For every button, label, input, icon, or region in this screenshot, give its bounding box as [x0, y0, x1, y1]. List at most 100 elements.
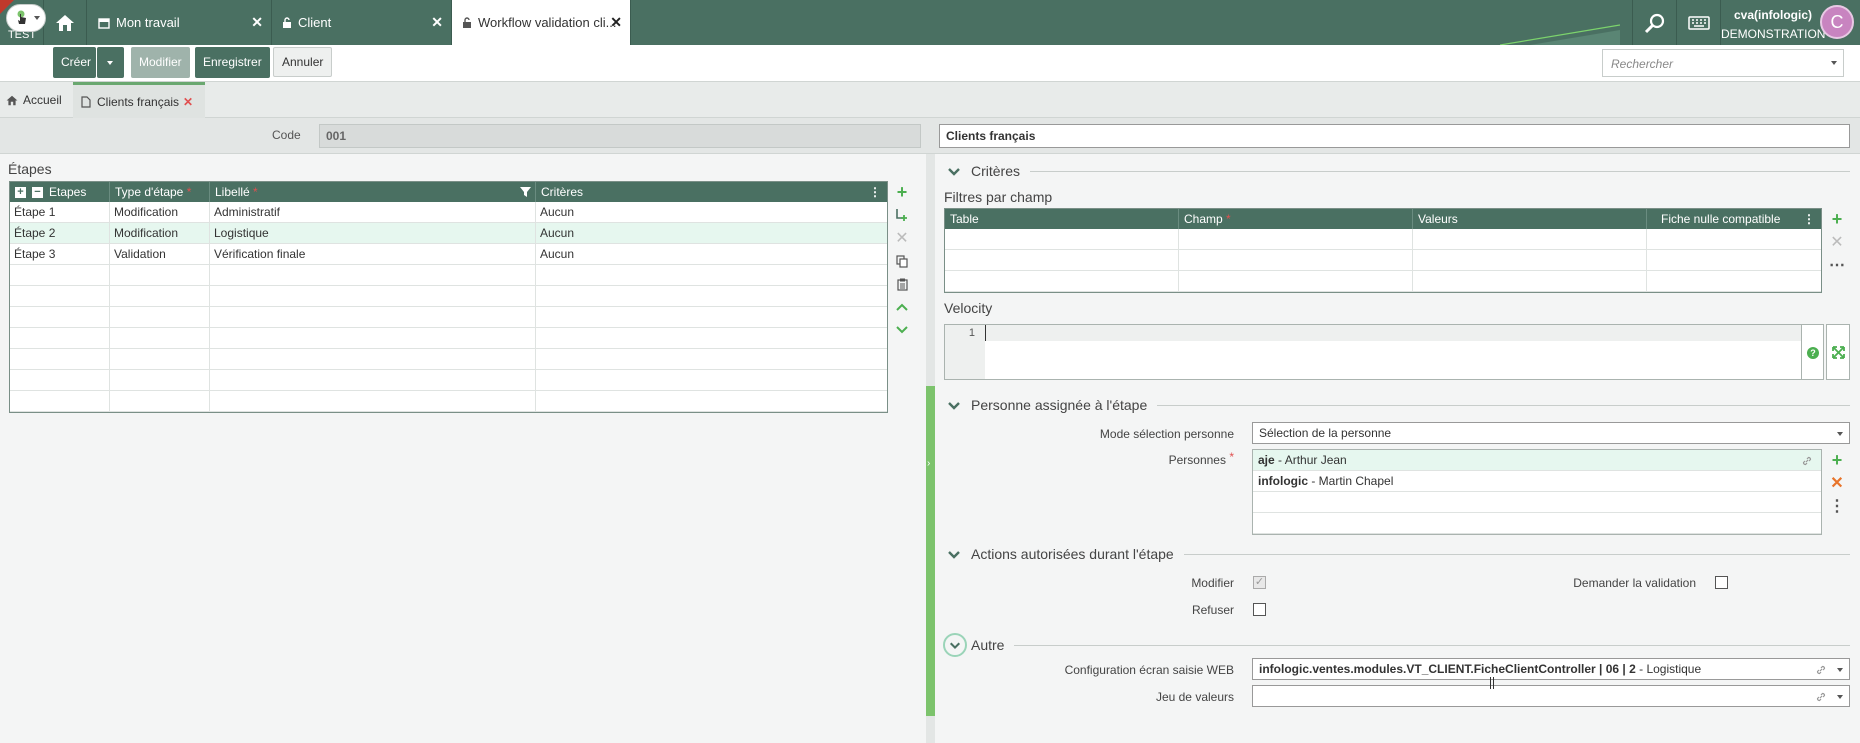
- list-item[interactable]: [1253, 513, 1821, 534]
- table-cell[interactable]: [1413, 271, 1647, 292]
- modify-button[interactable]: Modifier: [131, 47, 190, 78]
- table-cell[interactable]: [210, 391, 536, 412]
- create-button[interactable]: Créer: [53, 47, 96, 78]
- column-header-valeurs[interactable]: Valeurs: [1413, 209, 1647, 229]
- expand-all-icon[interactable]: +: [15, 187, 26, 199]
- table-row[interactable]: [10, 370, 887, 391]
- table-cell[interactable]: [945, 250, 1179, 271]
- table-cell[interactable]: Modification: [110, 202, 210, 223]
- move-down-button[interactable]: [891, 319, 913, 341]
- section-header-criteres[interactable]: Critères: [947, 162, 1850, 180]
- remove-person-button[interactable]: ✕: [1826, 472, 1848, 494]
- editor-current-line[interactable]: [985, 325, 1801, 341]
- close-icon[interactable]: ✕: [251, 14, 263, 31]
- table-cell[interactable]: [1413, 250, 1647, 271]
- table-cell[interactable]: Étape 3: [10, 244, 110, 265]
- delete-filter-button[interactable]: ✕: [1826, 231, 1848, 253]
- table-cell[interactable]: [536, 307, 887, 328]
- link-icon[interactable]: [1801, 455, 1813, 467]
- table-cell[interactable]: [210, 307, 536, 328]
- table-cell[interactable]: [536, 391, 887, 412]
- refuse-checkbox[interactable]: [1253, 603, 1266, 616]
- velocity-help-button[interactable]: ?: [1802, 324, 1824, 380]
- table-cell[interactable]: [536, 370, 887, 391]
- table-cell[interactable]: [10, 391, 110, 412]
- more-filter-button[interactable]: ⋯: [1826, 254, 1848, 276]
- table-row[interactable]: [10, 349, 887, 370]
- section-header-actions[interactable]: Actions autorisées durant l'étape: [947, 545, 1850, 563]
- move-up-button[interactable]: [891, 296, 913, 318]
- collapse-all-icon[interactable]: −: [32, 187, 43, 199]
- list-item[interactable]: aje - Arthur Jean: [1253, 450, 1821, 471]
- tab-client[interactable]: Client ✕: [272, 0, 452, 45]
- section-header-personne[interactable]: Personne assignée à l'étape: [947, 396, 1850, 414]
- table-cell[interactable]: [210, 328, 536, 349]
- table-cell[interactable]: [110, 265, 210, 286]
- close-icon[interactable]: ✕: [183, 95, 193, 109]
- table-cell[interactable]: [10, 265, 110, 286]
- gesture-menu-button[interactable]: [6, 4, 46, 32]
- title-field[interactable]: Clients français: [939, 124, 1850, 148]
- column-header-fiche-nulle[interactable]: Fiche nulle compatible ⋮: [1647, 209, 1821, 229]
- table-row[interactable]: Étape 3 Validation Vérification finale Aucu…: [10, 244, 887, 265]
- table-cell[interactable]: Administratif: [210, 202, 536, 223]
- add-filter-button[interactable]: +: [1826, 208, 1848, 230]
- table-cell[interactable]: Logistique: [210, 223, 536, 244]
- velocity-editor[interactable]: 1: [944, 324, 1802, 380]
- more-person-button[interactable]: ⋮: [1826, 495, 1848, 517]
- table-cell[interactable]: [10, 349, 110, 370]
- tab-workflow[interactable]: Workflow validation cli... ✕: [452, 0, 631, 45]
- delete-row-button[interactable]: ✕: [891, 227, 913, 249]
- table-cell[interactable]: [210, 286, 536, 307]
- jeu-select[interactable]: [1252, 685, 1850, 707]
- search-input[interactable]: Rechercher: [1602, 49, 1844, 77]
- user-menu[interactable]: cva(infologic) DEMONSTRATION C: [1720, 0, 1860, 45]
- table-cell[interactable]: [10, 370, 110, 391]
- save-button[interactable]: Enregistrer: [195, 47, 270, 78]
- column-header-libelle[interactable]: Libellé *: [210, 182, 536, 202]
- column-header-type[interactable]: Type d'étape *: [110, 182, 210, 202]
- list-item[interactable]: [1253, 492, 1821, 513]
- table-row[interactable]: [945, 250, 1821, 271]
- table-cell[interactable]: [536, 265, 887, 286]
- tab-mon-travail[interactable]: Mon travail ✕: [88, 0, 272, 45]
- column-header-table[interactable]: Table: [945, 209, 1179, 229]
- table-cell[interactable]: [10, 307, 110, 328]
- add-row-button[interactable]: +: [891, 181, 913, 203]
- table-row[interactable]: Étape 1 Modification Administratif Aucun: [10, 202, 887, 223]
- table-cell[interactable]: [536, 349, 887, 370]
- table-cell[interactable]: [110, 370, 210, 391]
- link-icon[interactable]: [1815, 691, 1827, 703]
- paste-button[interactable]: [891, 273, 913, 295]
- add-person-button[interactable]: +: [1826, 449, 1848, 471]
- splitter-handle[interactable]: ›: [926, 386, 935, 716]
- table-cell[interactable]: [10, 328, 110, 349]
- table-cell[interactable]: [1647, 271, 1821, 292]
- request-validation-checkbox[interactable]: [1715, 576, 1728, 589]
- table-cell[interactable]: [1647, 229, 1821, 250]
- table-cell[interactable]: [945, 229, 1179, 250]
- link-icon[interactable]: [1815, 664, 1827, 676]
- column-header-etapes[interactable]: + − Etapes: [10, 182, 110, 202]
- table-cell[interactable]: Vérification finale: [210, 244, 536, 265]
- close-icon[interactable]: ✕: [610, 14, 622, 31]
- breadcrumb-home[interactable]: Accueil: [6, 82, 72, 118]
- velocity-expand-button[interactable]: [1826, 324, 1850, 380]
- table-cell[interactable]: Étape 2: [10, 223, 110, 244]
- table-cell[interactable]: [536, 286, 887, 307]
- filter-icon[interactable]: [520, 187, 531, 197]
- column-header-criteres[interactable]: Critères ⋮: [536, 182, 887, 202]
- pane-splitter[interactable]: ›: [926, 154, 935, 743]
- search-button[interactable]: [1632, 0, 1676, 45]
- table-row[interactable]: [10, 391, 887, 412]
- section-header-autre[interactable]: Autre: [943, 632, 1850, 658]
- table-cell[interactable]: [110, 286, 210, 307]
- table-row[interactable]: Étape 2 Modification Logistique Aucun: [10, 223, 887, 244]
- table-row[interactable]: [945, 229, 1821, 250]
- table-cell[interactable]: Aucun: [536, 202, 887, 223]
- table-cell[interactable]: Aucun: [536, 244, 887, 265]
- table-row[interactable]: [10, 328, 887, 349]
- more-vertical-icon[interactable]: ⋮: [869, 182, 881, 202]
- more-vertical-icon[interactable]: ⋮: [1803, 209, 1815, 229]
- copy-button[interactable]: [891, 250, 913, 272]
